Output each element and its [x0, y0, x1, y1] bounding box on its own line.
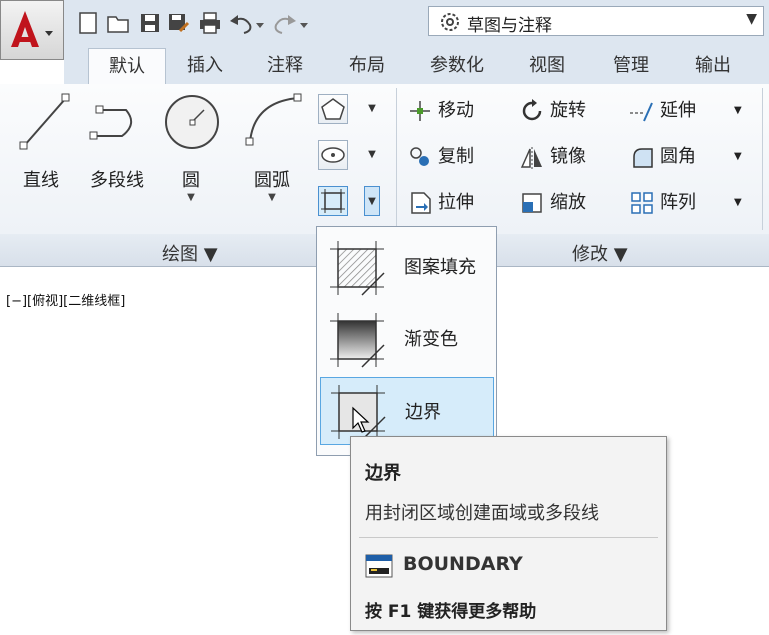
draw-panel-title[interactable]: 绘图 ▼: [162, 240, 218, 266]
command-tooltip: 边界 用封闭区域创建面域或多段线 BOUNDARY 按 F1 键获得更多帮助: [350, 436, 667, 631]
ellipse-button[interactable]: [318, 140, 348, 170]
menu-item-gradient[interactable]: 渐变色: [320, 305, 494, 373]
rotate-label: 旋转: [550, 100, 586, 121]
ellipse-icon: [321, 147, 345, 163]
command-line-icon: [365, 554, 393, 578]
menu-item-boundary[interactable]: 边界: [320, 377, 494, 445]
polyline-label: 多段线: [90, 170, 144, 191]
hatch-dropdown-icon[interactable]: ▼: [364, 186, 380, 216]
menu-item-gradient-label: 渐变色: [404, 329, 458, 350]
save-icon[interactable]: [138, 11, 162, 35]
circle-dropdown-icon[interactable]: ▼: [158, 192, 224, 203]
application-menu-button[interactable]: [0, 0, 64, 60]
line-icon: [19, 93, 70, 150]
print-icon[interactable]: [198, 11, 222, 35]
tab-insert[interactable]: 插入: [172, 48, 238, 84]
copy-label: 复制: [438, 146, 474, 167]
stretch-icon: [411, 192, 431, 214]
modify-panel-title[interactable]: 修改 ▼: [572, 240, 628, 266]
ellipse-dropdown-icon[interactable]: ▼: [364, 140, 380, 170]
tooltip-description: 用封闭区域创建面域或多段线: [365, 503, 599, 524]
panel-divider: [762, 88, 763, 230]
array-icon: [631, 192, 653, 214]
tooltip-command-name: BOUNDARY: [403, 553, 523, 575]
copy-icon: [410, 147, 429, 166]
polygon-button[interactable]: [318, 94, 348, 124]
hatch-icon: [321, 189, 345, 213]
gear-icon: [441, 13, 459, 31]
hatch-pattern-icon: [330, 241, 385, 296]
viewport-controls[interactable]: [−][俯视][二维线框]: [6, 290, 125, 309]
hatch-split-button[interactable]: [318, 186, 348, 216]
line-label: 直线: [23, 170, 59, 191]
line-button[interactable]: 直线: [8, 88, 74, 228]
tab-output[interactable]: 输出: [680, 48, 746, 84]
mirror-label: 镜像: [550, 146, 586, 167]
circle-button[interactable]: 圆 ▼: [158, 88, 224, 228]
new-file-icon[interactable]: [76, 11, 100, 35]
menu-item-boundary-label: 边界: [405, 402, 441, 423]
menu-item-hatch-label: 图案填充: [404, 257, 476, 278]
extend-label: 延伸: [660, 100, 696, 121]
tab-view[interactable]: 视图: [514, 48, 580, 84]
open-folder-icon[interactable]: [106, 11, 130, 35]
tooltip-help-hint: 按 F1 键获得更多帮助: [365, 602, 537, 622]
tab-parametric[interactable]: 参数化: [414, 48, 500, 84]
stretch-label: 拉伸: [438, 192, 474, 213]
fillet-dropdown-icon[interactable]: ▼: [734, 142, 742, 172]
polyline-icon: [89, 105, 133, 140]
circle-label: 圆: [182, 170, 200, 191]
move-label: 移动: [438, 100, 474, 121]
save-as-icon[interactable]: [166, 11, 190, 35]
circle-icon: [165, 95, 219, 149]
rotate-icon: [522, 99, 542, 121]
tab-default[interactable]: 默认: [88, 48, 166, 84]
arc-label: 圆弧: [254, 170, 290, 191]
array-dropdown-icon[interactable]: ▼: [734, 188, 742, 218]
polygon-dropdown-icon[interactable]: ▼: [364, 94, 380, 124]
extend-dropdown-icon[interactable]: ▼: [734, 96, 742, 126]
gradient-icon: [330, 313, 385, 368]
scale-label: 缩放: [550, 192, 586, 213]
move-icon: [410, 101, 430, 121]
arc-dropdown-icon[interactable]: ▼: [236, 192, 308, 203]
tab-annotate[interactable]: 注释: [252, 48, 318, 84]
array-label: 阵列: [660, 192, 696, 213]
extend-icon: [630, 102, 653, 122]
chevron-down-icon: ▼: [746, 11, 757, 27]
autocad-logo-icon: [11, 11, 53, 47]
tooltip-title: 边界: [365, 463, 401, 484]
workspace-label: 草图与注释: [467, 16, 552, 36]
hatch-dropdown-menu: 图案填充 渐变色 边界: [316, 226, 497, 456]
polyline-button[interactable]: 多段线: [78, 88, 156, 228]
arc-icon: [245, 93, 302, 146]
polygon-icon: [321, 98, 345, 120]
tab-layout[interactable]: 布局: [334, 48, 400, 84]
undo-icon[interactable]: [228, 11, 268, 35]
menu-item-hatch[interactable]: 图案填充: [320, 233, 494, 301]
redo-icon[interactable]: [270, 11, 310, 35]
tooltip-divider: [359, 537, 658, 538]
fillet-icon: [633, 148, 653, 168]
arc-button[interactable]: 圆弧 ▼: [236, 88, 308, 228]
panel-divider: [396, 88, 397, 230]
scale-icon: [522, 193, 542, 213]
workspace-select[interactable]: 草图与注释 ▼: [428, 6, 764, 36]
tab-manage[interactable]: 管理: [598, 48, 664, 84]
mirror-icon: [520, 147, 542, 169]
mouse-cursor-icon: [352, 406, 370, 433]
fillet-label: 圆角: [660, 146, 696, 167]
